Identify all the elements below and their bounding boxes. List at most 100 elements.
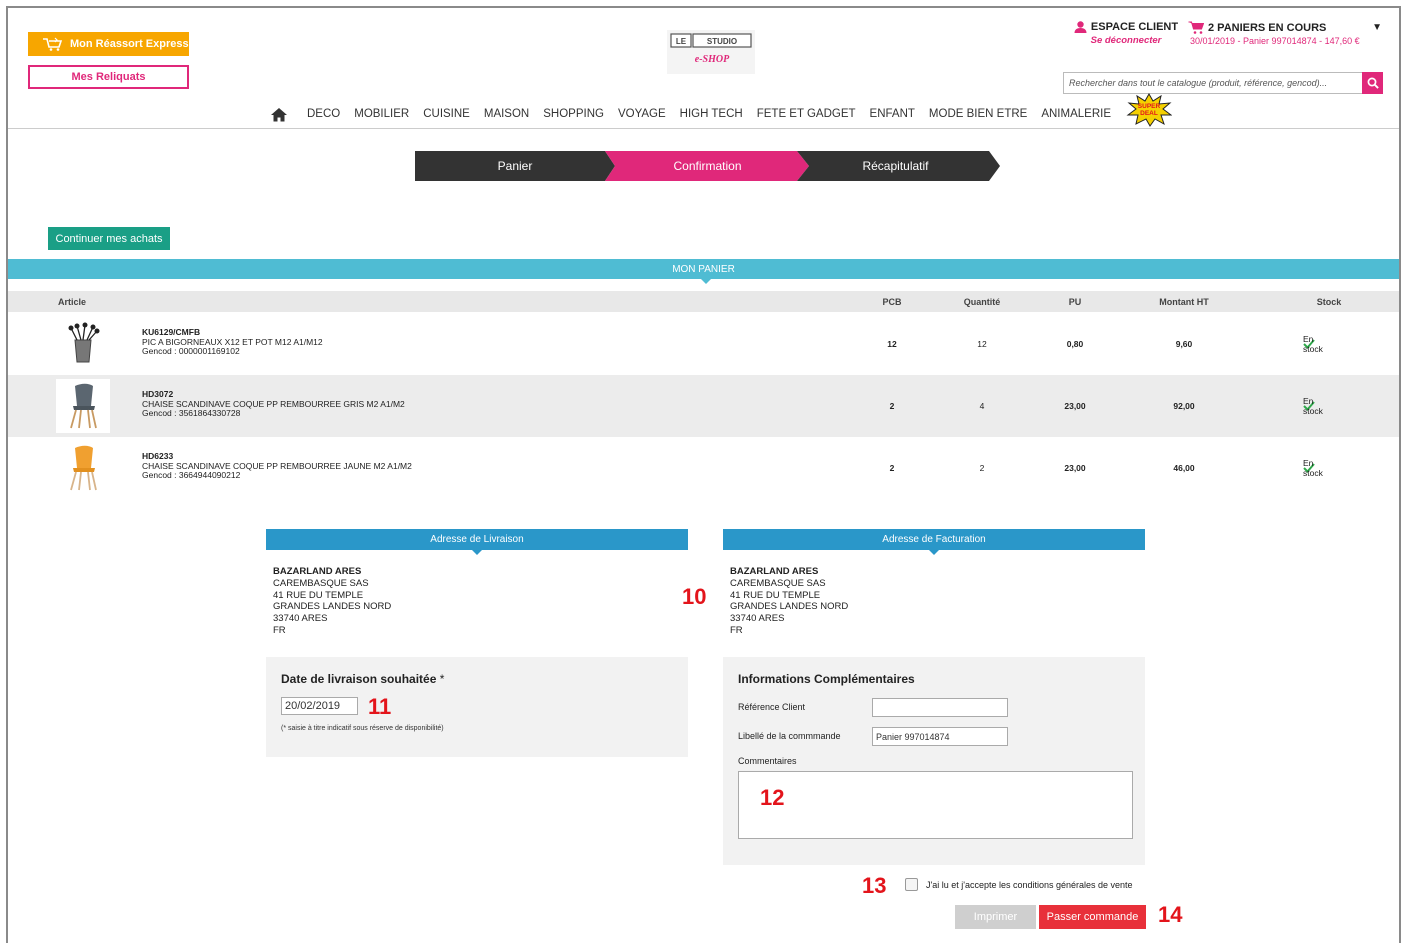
address-line: FR	[730, 624, 743, 636]
cell-quantite: 2	[979, 463, 985, 473]
cell-stock: En stock	[1303, 437, 1323, 499]
address-line: 41 RUE DU TEMPLE	[730, 589, 821, 601]
nav-item-enfant[interactable]: ENFANT	[863, 108, 922, 120]
nav-item-deco[interactable]: DECO	[300, 108, 347, 120]
address-line: GRANDES LANDES NORD	[730, 601, 849, 613]
cgv-label[interactable]: J'ai lu et j'accepte les conditions géné…	[926, 880, 1133, 890]
product-gencod: Gencod : 0000001169102	[142, 346, 240, 356]
address-line: 41 RUE DU TEMPLE	[273, 589, 364, 601]
facturation-address: BAZARLAND ARES CAREMBASQUE SAS 41 RUE DU…	[730, 566, 848, 637]
logout-link[interactable]: Se déconnecter	[1066, 35, 1186, 46]
step-panier[interactable]: Panier	[415, 151, 615, 181]
svg-text:e-SHOP: e-SHOP	[695, 54, 730, 65]
super-deal-badge[interactable]: SUPER DEAL	[1126, 93, 1172, 127]
cgv-checkbox[interactable]	[905, 878, 918, 891]
svg-text:STUDIO: STUDIO	[707, 37, 737, 46]
place-order-button[interactable]: Passer commande	[1039, 905, 1146, 929]
reassort-express-label: Mon Réassort Express	[70, 38, 189, 50]
address-line: CAREMBASQUE SAS	[273, 577, 369, 589]
annotation-10: 10	[682, 584, 707, 609]
print-button[interactable]: Imprimer	[955, 905, 1036, 929]
client-area: ESPACE CLIENT Se déconnecter	[1066, 21, 1186, 46]
cell-montant: 9,60	[1175, 339, 1193, 349]
main-nav: DECO MOBILIER CUISINE MAISON SHOPPING VO…	[268, 93, 1172, 127]
address-line: 33740 ARES	[730, 613, 785, 625]
delivery-date-note: (* saisie à titre indicatif sous réserve…	[281, 725, 444, 732]
nav-item-shopping[interactable]: SHOPPING	[536, 108, 611, 120]
stock-label: En stock	[1303, 458, 1323, 478]
col-pu: PU	[1068, 296, 1082, 307]
reference-client-input[interactable]	[872, 698, 1008, 717]
livraison-address: BAZARLAND ARES CAREMBASQUE SAS 41 RUE DU…	[273, 566, 391, 637]
cell-pu: 23,00	[1064, 401, 1086, 411]
search-button[interactable]	[1362, 72, 1383, 94]
libelle-commande-label: Libellé de la commmande	[738, 731, 841, 741]
col-article: Article	[58, 296, 87, 307]
col-stock: Stock	[1316, 296, 1342, 307]
panier-title: MON PANIER	[8, 259, 1399, 284]
nav-item-fete-et-gadget[interactable]: FETE ET GADGET	[750, 108, 863, 120]
reliquats-button[interactable]: Mes Reliquats	[28, 65, 189, 89]
product-image[interactable]	[56, 317, 110, 371]
cart-summary: 30/01/2019 - Panier 997014874 - 147,60 €	[1190, 36, 1360, 46]
svg-text:DEAL: DEAL	[1140, 110, 1158, 117]
product-info: KU6129/CMFB PIC A BIGORNEAUX X12 ET POT …	[142, 327, 323, 357]
client-title: ESPACE CLIENT	[1090, 21, 1179, 33]
cell-stock: En stock	[1303, 313, 1323, 375]
cell-montant: 46,00	[1173, 463, 1195, 473]
home-icon	[271, 107, 287, 121]
livraison-header: Adresse de Livraison	[266, 529, 688, 555]
delivery-date-title-text: Date de livraison souhaitée	[281, 672, 437, 686]
nav-item-maison[interactable]: MAISON	[477, 108, 536, 120]
home-link[interactable]	[268, 107, 290, 122]
product-image[interactable]	[56, 379, 110, 433]
cell-pcb: 2	[889, 401, 895, 411]
step-confirmation: Confirmation	[673, 159, 742, 173]
annotation-13: 13	[862, 873, 887, 898]
user-icon	[1074, 21, 1087, 33]
svg-text:SUPER: SUPER	[1138, 103, 1161, 110]
cart-area[interactable]: 2 PANIERS EN COURS 30/01/2019 - Panier 9…	[1188, 21, 1388, 46]
cell-montant: 92,00	[1173, 401, 1195, 411]
caret-down-icon[interactable]: ▼	[1372, 22, 1382, 33]
libelle-commande-input[interactable]: Panier 997014874	[872, 727, 1008, 746]
svg-text:LE: LE	[676, 37, 687, 46]
reliquats-label: Mes Reliquats	[71, 71, 146, 83]
nav-item-cuisine[interactable]: CUISINE	[416, 108, 477, 120]
product-info: HD6233 CHAISE SCANDINAVE COQUE PP REMBOU…	[142, 451, 412, 481]
comments-textarea[interactable]	[738, 771, 1133, 839]
delivery-date-input[interactable]: 20/02/2019	[281, 697, 358, 715]
cart-icon	[1188, 21, 1204, 34]
facturation-header: Adresse de Facturation	[723, 529, 1145, 555]
product-image[interactable]	[56, 441, 110, 495]
nav-item-voyage[interactable]: VOYAGE	[611, 108, 673, 120]
search-input[interactable]: Rechercher dans tout le catalogue (produ…	[1063, 72, 1362, 94]
nav-item-mode-bien-etre[interactable]: MODE BIEN ETRE	[922, 108, 1034, 120]
info-panel: Informations Complémentaires Référence C…	[723, 657, 1145, 865]
comments-label: Commentaires	[738, 756, 797, 766]
col-quantite: Quantité	[963, 296, 1001, 307]
col-pcb: PCB	[882, 296, 902, 307]
continue-shopping-button[interactable]: Continuer mes achats	[48, 227, 170, 250]
search-bar: Rechercher dans tout le catalogue (produ…	[1063, 72, 1383, 94]
cell-pu: 0,80	[1066, 339, 1084, 349]
reassort-express-button[interactable]: Mon Réassort Express	[28, 32, 189, 56]
nav-item-high-tech[interactable]: HIGH TECH	[673, 108, 750, 120]
site-logo[interactable]: LE STUDIO e-SHOP	[665, 22, 757, 78]
product-gencod: Gencod : 3664944090212	[142, 470, 241, 480]
annotation-11: 11	[368, 694, 392, 719]
annotation-14: 14	[1158, 902, 1183, 927]
nav-item-animalerie[interactable]: ANIMALERIE	[1034, 108, 1118, 120]
search-icon	[1367, 77, 1379, 89]
cell-pu: 23,00	[1064, 463, 1086, 473]
annotation-12: 12	[760, 785, 785, 810]
table-row: HD6233 CHAISE SCANDINAVE COQUE PP REMBOU…	[8, 437, 1399, 499]
delivery-date-title: Date de livraison souhaitée *	[281, 672, 444, 686]
table-row: KU6129/CMFB PIC A BIGORNEAUX X12 ET POT …	[8, 313, 1399, 375]
cell-quantite: 12	[977, 339, 987, 349]
client-account-link[interactable]: ESPACE CLIENT	[1066, 21, 1186, 33]
nav-item-mobilier[interactable]: MOBILIER	[347, 108, 416, 120]
address-line: CAREMBASQUE SAS	[730, 577, 826, 589]
cart-title: 2 PANIERS EN COURS	[1208, 21, 1327, 34]
address-line: BAZARLAND ARES	[730, 566, 819, 577]
